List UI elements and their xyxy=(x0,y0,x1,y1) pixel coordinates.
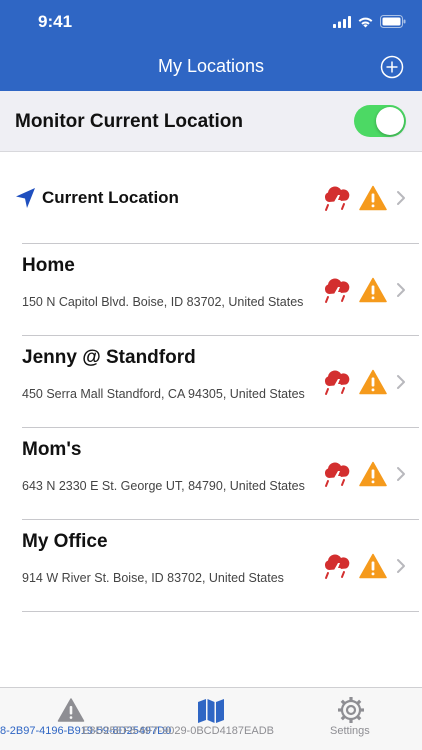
toggle-knob xyxy=(376,107,404,135)
current-location-label: Current Location xyxy=(42,188,179,207)
location-address: 914 W River St. Boise, ID 83702, United … xyxy=(22,571,284,585)
gear-icon xyxy=(338,697,364,723)
row-divider xyxy=(22,611,419,612)
warning-icon xyxy=(359,369,387,395)
chevron-right-icon xyxy=(397,375,405,389)
map-icon xyxy=(198,699,224,723)
wifi-icon xyxy=(358,17,373,27)
warning-icon xyxy=(359,461,387,487)
app-header: 9:41 My Locations xyxy=(0,0,422,91)
storm-icon xyxy=(324,370,350,395)
add-location-button[interactable] xyxy=(380,55,404,79)
tab-label: Settings xyxy=(330,725,370,737)
storm-icon xyxy=(324,554,350,579)
cellular-signal-icon xyxy=(333,15,351,28)
chevron-right-icon xyxy=(397,467,405,481)
warning-icon xyxy=(359,185,387,211)
location-row-moms[interactable]: Mom's 643 N 2330 E St. George UT, 84790,… xyxy=(0,428,422,520)
storm-icon xyxy=(324,278,350,303)
location-name: Jenny @ Standford xyxy=(22,347,196,368)
location-name: Home xyxy=(22,255,75,276)
status-time: 9:41 xyxy=(38,12,73,31)
chevron-right-icon xyxy=(397,283,405,297)
location-row-jenny-standford[interactable]: Jenny @ Standford 450 Serra Mall Standfo… xyxy=(0,336,422,428)
location-row-home[interactable]: Home 150 N Capitol Blvd. Boise, ID 83702… xyxy=(0,244,422,336)
warning-icon xyxy=(359,277,387,303)
storm-icon xyxy=(324,462,350,487)
location-address: 643 N 2330 E St. George UT, 84790, Unite… xyxy=(22,479,305,493)
storm-icon xyxy=(324,186,350,211)
location-row-my-office[interactable]: My Office 914 W River St. Boise, ID 8370… xyxy=(0,520,422,612)
warning-icon xyxy=(359,553,387,579)
monitor-current-location-row: Monitor Current Location xyxy=(0,91,422,152)
chevron-right-icon xyxy=(397,191,405,205)
location-name: My Office xyxy=(22,531,108,552)
tab-label: E8D25EF8-6F7-9029-0BCD4187EADB xyxy=(82,725,274,737)
monitor-toggle[interactable] xyxy=(354,105,406,137)
page-title: My Locations xyxy=(157,56,265,76)
location-name: Mom's xyxy=(22,439,82,460)
status-bar: 9:41 xyxy=(0,0,422,46)
current-location-row[interactable]: Current Location xyxy=(0,152,422,244)
location-address: 150 N Capitol Blvd. Boise, ID 83702, Uni… xyxy=(22,295,304,309)
location-arrow-icon xyxy=(16,188,35,208)
location-address: 450 Serra Mall Standford, CA 94305, Unit… xyxy=(22,387,305,401)
monitor-label: Monitor Current Location xyxy=(15,111,243,132)
warning-triangle-icon xyxy=(57,698,85,722)
tab-bar: 8-2B97-4196-B919-59-8D25497D0 E8D25EF8-6… xyxy=(0,687,422,750)
battery-icon xyxy=(380,15,406,28)
chevron-right-icon xyxy=(397,559,405,573)
status-icons xyxy=(333,15,406,28)
